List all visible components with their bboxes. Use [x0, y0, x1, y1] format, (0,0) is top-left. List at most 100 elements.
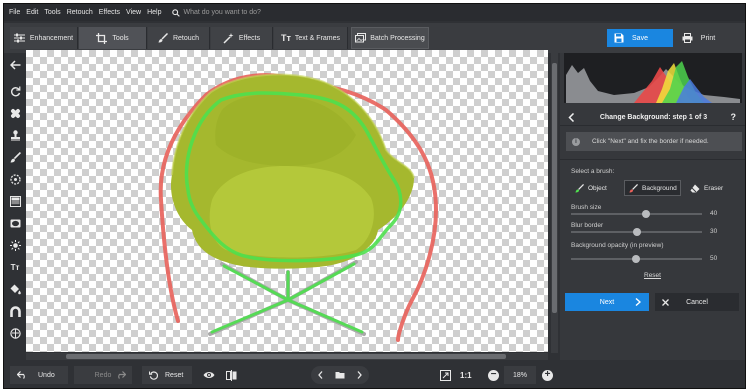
- chevron-right-icon[interactable]: [357, 371, 362, 379]
- gradient-icon: [9, 195, 21, 207]
- vertical-scroll-thumb[interactable]: [552, 63, 557, 313]
- eraser-icon: [690, 184, 700, 192]
- paint-bucket-icon: [10, 284, 21, 294]
- chevron-right-icon: [635, 298, 641, 306]
- save-button[interactable]: Save: [607, 29, 673, 47]
- fill-tool[interactable]: [9, 283, 21, 295]
- horizontal-scrollbar[interactable]: [26, 353, 548, 360]
- sliders-icon: [13, 33, 25, 43]
- horizontal-scroll-thumb[interactable]: [66, 354, 506, 359]
- floppy-disk-icon: [614, 33, 624, 43]
- bandage-icon: [10, 108, 20, 118]
- text-tool[interactable]: Tт: [9, 261, 21, 273]
- menu-tools[interactable]: Tools: [44, 9, 60, 16]
- tab-tools[interactable]: Tools: [79, 27, 147, 49]
- tab-retouch-label: Retouch: [172, 34, 200, 42]
- menu-edit[interactable]: Edit: [26, 9, 38, 16]
- brush-settings: Select a brush: Object Background Eraser…: [560, 159, 745, 281]
- menu-retouch[interactable]: Retouch: [67, 9, 93, 16]
- healing-tool[interactable]: [9, 107, 21, 119]
- tab-retouch[interactable]: Retouch: [148, 27, 210, 49]
- gradient-filter-tool[interactable]: [9, 195, 21, 207]
- menu-file[interactable]: File: [9, 9, 20, 16]
- fit-to-screen-button[interactable]: [437, 366, 453, 384]
- tab-enhancement-label: Enhancement: [29, 34, 74, 42]
- object-selection-tool[interactable]: [9, 305, 21, 317]
- chevron-left-icon[interactable]: [318, 371, 323, 379]
- vertical-scrollbar[interactable]: [551, 53, 558, 353]
- left-tool-strip: Tт: [4, 53, 26, 353]
- tab-enhancement[interactable]: Enhancement: [10, 27, 78, 49]
- rotate-icon: [10, 86, 20, 96]
- shape-tool[interactable]: [9, 327, 21, 339]
- undo-button[interactable]: Undo: [10, 366, 68, 384]
- light-tool[interactable]: [9, 239, 21, 251]
- tab-effects[interactable]: Effects: [211, 27, 273, 49]
- bg-opacity-knob[interactable]: [632, 255, 640, 263]
- info-text: Click "Next" and fix the border if neede…: [592, 138, 709, 145]
- reset-link[interactable]: Reset: [644, 272, 661, 279]
- menu-effects[interactable]: Effects: [99, 9, 120, 16]
- print-button[interactable]: Print: [676, 29, 740, 47]
- rotate-tool[interactable]: [9, 85, 21, 97]
- info-icon: i: [572, 137, 580, 146]
- search-box[interactable]: What do you want to do?: [171, 8, 261, 17]
- redo-button[interactable]: Redo: [74, 366, 132, 384]
- image-navigation: [311, 366, 369, 384]
- bg-opacity-slider[interactable]: [571, 255, 702, 263]
- tab-text-frames-label: Text & Frames: [294, 34, 341, 42]
- panel-header: Change Background: step 1 of 3 ?: [560, 110, 745, 126]
- reset-label: Reset: [165, 371, 184, 379]
- clone-stamp-tool[interactable]: [9, 129, 21, 141]
- brush-background-option[interactable]: Background: [624, 180, 681, 196]
- tab-text-frames[interactable]: Tт Text & Frames: [274, 27, 348, 49]
- batch-processing-button[interactable]: Batch Processing: [351, 27, 429, 49]
- brush-icon: [10, 151, 21, 162]
- brush-eraser-option[interactable]: Eraser: [686, 180, 734, 196]
- info-box: i Click "Next" and fix the border if nee…: [566, 132, 742, 151]
- menu-view[interactable]: View: [126, 9, 141, 16]
- chevron-left-icon[interactable]: [568, 113, 575, 122]
- vignette-tool[interactable]: [9, 217, 21, 229]
- panel-title: Change Background: step 1 of 3: [599, 114, 708, 121]
- brush-tool[interactable]: [9, 151, 21, 163]
- brush-eraser-label: Eraser: [704, 184, 724, 192]
- vignette-icon: [10, 219, 20, 227]
- histogram: [564, 53, 742, 103]
- minus-icon: −: [488, 369, 499, 381]
- compare-icon: [225, 369, 236, 381]
- search-placeholder: What do you want to do?: [183, 9, 261, 16]
- reset-icon: [149, 370, 158, 380]
- zoom-in-button[interactable]: +: [542, 366, 553, 384]
- cancel-button[interactable]: Cancel: [655, 293, 739, 311]
- zoom-actual-size-button[interactable]: 1:1: [460, 366, 472, 384]
- compare-toggle[interactable]: [224, 366, 238, 384]
- blur-border-knob[interactable]: [633, 228, 641, 236]
- stamp-icon: [10, 129, 20, 140]
- cancel-label: Cancel: [686, 298, 708, 306]
- back-tool[interactable]: [9, 59, 21, 71]
- folder-icon[interactable]: [335, 371, 345, 379]
- brush-size-slider[interactable]: [571, 210, 702, 218]
- brush-object-option[interactable]: Object: [571, 180, 621, 196]
- search-icon: [171, 8, 180, 17]
- brush-object-label: Object: [588, 184, 607, 192]
- crop-icon: [96, 32, 108, 44]
- arrow-left-icon: [9, 60, 20, 70]
- brush-size-knob[interactable]: [642, 210, 650, 218]
- blur-border-slider[interactable]: [571, 228, 702, 236]
- next-button[interactable]: Next: [565, 293, 649, 311]
- image-canvas[interactable]: [26, 50, 548, 352]
- zoom-level-display[interactable]: 18%: [504, 366, 536, 384]
- radial-icon: [9, 173, 21, 185]
- brush-size-label: Brush size: [571, 204, 602, 211]
- reset-button[interactable]: Reset: [142, 366, 192, 384]
- help-icon[interactable]: ?: [731, 112, 737, 122]
- menu-help[interactable]: Help: [147, 9, 161, 16]
- preview-toggle[interactable]: [202, 366, 216, 384]
- plus-icon: +: [542, 369, 553, 381]
- tab-tools-label: Tools: [112, 34, 129, 42]
- bg-opacity-value: 50: [710, 255, 718, 262]
- zoom-out-button[interactable]: −: [488, 366, 499, 384]
- radial-filter-tool[interactable]: [9, 173, 21, 185]
